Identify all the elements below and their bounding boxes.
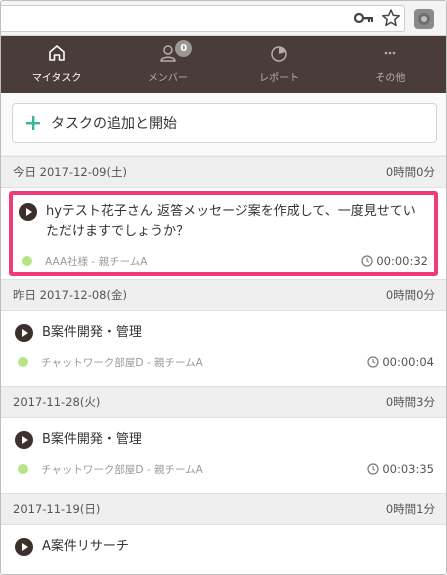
day-date: 2017-11-19(日) xyxy=(13,502,101,516)
app-window: マイタスク 0 メンバー レポート その他 タスクの追加と開始 今日 2017-… xyxy=(0,0,447,575)
add-task-button[interactable]: タスクの追加と開始 xyxy=(12,103,437,143)
nav-reports[interactable]: レポート xyxy=(224,36,335,93)
clock-icon xyxy=(367,463,379,475)
members-count-badge: 0 xyxy=(175,40,193,57)
nav-label: マイタスク xyxy=(31,73,82,84)
task-item[interactable]: B案件開発・管理 チャットワーク部屋D - 親チームA 00:00:04 xyxy=(1,311,446,386)
task-project: チャットワーク部屋D - 親チームA xyxy=(41,356,203,369)
day-total: 0時間3分 xyxy=(385,395,435,409)
task-project: AAA社様 - 親チームA xyxy=(45,255,148,268)
day-date: 今日 2017-12-09(土) xyxy=(13,165,127,179)
browser-toolbar xyxy=(1,1,446,36)
play-icon[interactable] xyxy=(15,324,33,342)
task-list: 今日 2017-12-09(土) 0時間0分 hyテスト花子さん 返答メッセージ… xyxy=(1,156,446,574)
day-header: 2017-11-28(火) 0時間3分 xyxy=(1,386,446,418)
plus-icon xyxy=(26,116,40,130)
highlight-wrap: hyテスト花子さん 返答メッセージ案を作成して、一度見せていただけますでしょうか… xyxy=(1,188,446,279)
play-icon[interactable] xyxy=(15,431,33,449)
day-total: 0時間0分 xyxy=(385,165,435,179)
add-task-section: タスクの追加と開始 xyxy=(1,93,446,155)
key-icon[interactable] xyxy=(354,10,374,26)
task-title: hyテスト花子さん 返答メッセージ案を作成して、一度見せていただけますでしょうか… xyxy=(46,204,416,239)
day-total: 0時間1分 xyxy=(385,502,435,516)
project-dot xyxy=(18,464,28,474)
day-header: 昨日 2017-12-08(金) 0時間0分 xyxy=(1,279,446,311)
task-project: チャットワーク部屋D - 親チームA xyxy=(41,463,203,476)
nav-members[interactable]: 0 メンバー xyxy=(112,36,223,93)
more-icon xyxy=(385,51,396,55)
task-time: 00:03:35 xyxy=(382,462,434,476)
day-header: 今日 2017-12-09(土) 0時間0分 xyxy=(1,156,446,188)
play-icon[interactable] xyxy=(19,203,37,221)
task-title: B案件開発・管理 xyxy=(42,325,142,340)
task-title: B案件開発・管理 xyxy=(42,432,142,447)
pie-chart-icon xyxy=(271,46,287,62)
task-title: A案件リサーチ xyxy=(42,539,129,554)
day-header: 2017-11-19(日) 0時間1分 xyxy=(1,493,446,525)
nav-my-tasks[interactable]: マイタスク xyxy=(1,36,112,93)
task-item[interactable]: hyテスト花子さん 返答メッセージ案を作成して、一度見せていただけますでしょうか… xyxy=(9,191,438,276)
nav-label: メンバー xyxy=(147,73,188,84)
home-icon xyxy=(48,45,65,61)
main-nav: マイタスク 0 メンバー レポート その他 xyxy=(1,36,446,93)
task-item[interactable]: B案件開発・管理 チャットワーク部屋D - 親チームA 00:03:35 xyxy=(1,418,446,493)
day-date: 2017-11-28(火) xyxy=(13,395,101,409)
task-item[interactable]: A案件リサーチ xyxy=(1,525,446,574)
clock-icon xyxy=(367,356,379,368)
star-icon[interactable] xyxy=(381,8,401,28)
extension-icon[interactable] xyxy=(414,9,434,29)
day-total: 0時間0分 xyxy=(385,288,435,302)
nav-label: レポート xyxy=(259,73,300,84)
project-dot xyxy=(22,256,32,266)
task-time: 00:00:04 xyxy=(382,355,434,369)
nav-label: その他 xyxy=(375,73,406,84)
task-time: 00:00:32 xyxy=(376,254,428,268)
address-bar[interactable] xyxy=(1,5,405,32)
day-date: 昨日 2017-12-08(金) xyxy=(13,288,127,302)
clock-icon xyxy=(361,255,373,267)
add-task-label: タスクの追加と開始 xyxy=(51,116,177,132)
play-icon[interactable] xyxy=(15,538,33,556)
project-dot xyxy=(18,357,28,367)
nav-more[interactable]: その他 xyxy=(335,36,446,93)
